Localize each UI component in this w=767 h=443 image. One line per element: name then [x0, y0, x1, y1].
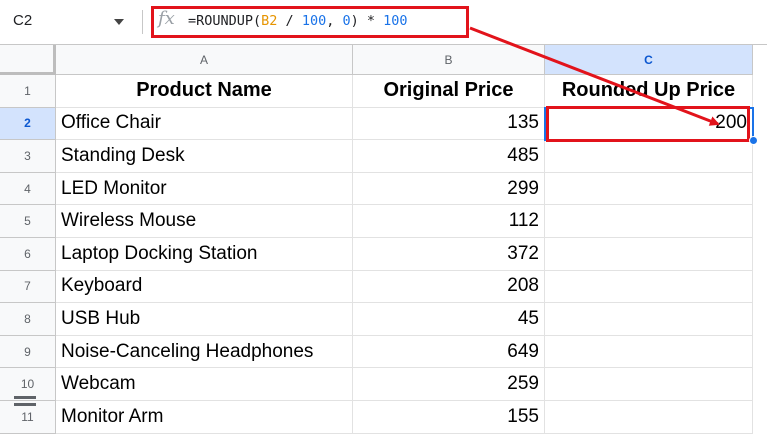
annotation-arrow	[469, 26, 720, 126]
